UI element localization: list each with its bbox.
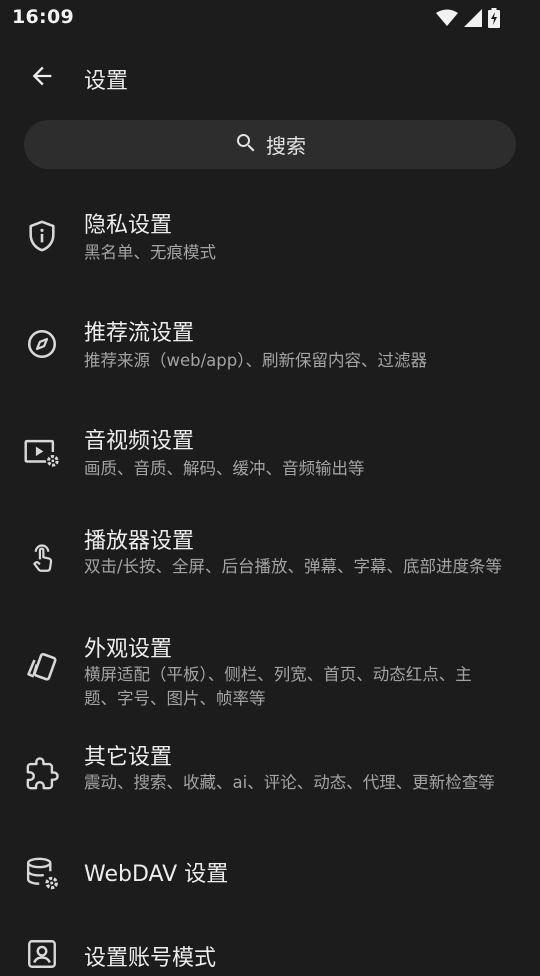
palette-cards-icon [22,646,62,686]
setting-title: 音视频设置 [84,429,195,454]
search-icon [234,131,258,159]
search-label: 搜索 [266,134,306,158]
settings-item-feed[interactable]: 推荐流设置 推荐来源（web/app）、刷新保留内容、过滤器 [0,304,540,392]
arrow-back-icon [28,62,56,94]
back-button[interactable] [22,60,62,96]
cellular-signal-icon [464,9,482,27]
wifi-icon [436,9,458,27]
battery-charging-icon [488,8,500,28]
setting-title: WebDAV 设置 [84,862,229,887]
page-title: 设置 [84,69,129,94]
settings-item-other[interactable]: 其它设置 震动、搜索、收藏、ai、评论、动态、代理、更新检查等 [0,728,540,826]
setting-subtitle: 画质、音质、解码、缓冲、音频输出等 [84,459,365,478]
setting-title: 设置账号模式 [84,946,217,971]
compass-icon [22,324,62,364]
settings-item-privacy[interactable]: 隐私设置 黑名单、无痕模式 [0,196,540,284]
setting-subtitle: 黑名单、无痕模式 [84,243,216,262]
setting-subtitle: 双击/长按、全屏、后台播放、弹幕、字幕、底部进度条等 [84,557,503,576]
search-bar[interactable]: 搜索 [24,120,516,169]
video-settings-icon [22,432,62,472]
touch-gesture-icon [22,538,62,578]
setting-title: 其它设置 [84,745,173,770]
settings-item-appearance[interactable]: 外观设置 横屏适配（平板）、侧栏、列宽、首页、动态红点、主题、字号、图片、帧率等 [0,620,540,718]
setting-subtitle: 横屏适配（平板）、侧栏、列宽、首页、动态红点、主题、字号、图片、帧率等 [84,665,472,708]
settings-item-audio-video[interactable]: 音视频设置 画质、音质、解码、缓冲、音频输出等 [0,412,540,500]
status-icons [436,6,500,30]
puzzle-icon [22,754,62,794]
setting-subtitle: 震动、搜索、收藏、ai、评论、动态、代理、更新检查等 [84,773,495,792]
setting-title: 播放器设置 [84,529,195,554]
shield-info-icon [22,216,62,256]
settings-item-account-mode[interactable]: 设置账号模式 [0,916,540,976]
status-time: 16:09 [12,6,74,28]
setting-title: 隐私设置 [84,213,173,238]
setting-title: 外观设置 [84,637,173,662]
setting-subtitle: 推荐来源（web/app）、刷新保留内容、过滤器 [84,351,427,370]
database-settings-icon [22,854,62,894]
setting-title: 推荐流设置 [84,321,195,346]
app-bar: 设置 [0,48,540,108]
settings-item-webdav[interactable]: WebDAV 设置 [0,836,540,906]
status-bar: 16:09 [0,0,540,36]
settings-item-player[interactable]: 播放器设置 双击/长按、全屏、后台播放、弹幕、字幕、底部进度条等 [0,512,540,610]
account-box-icon [22,934,62,974]
